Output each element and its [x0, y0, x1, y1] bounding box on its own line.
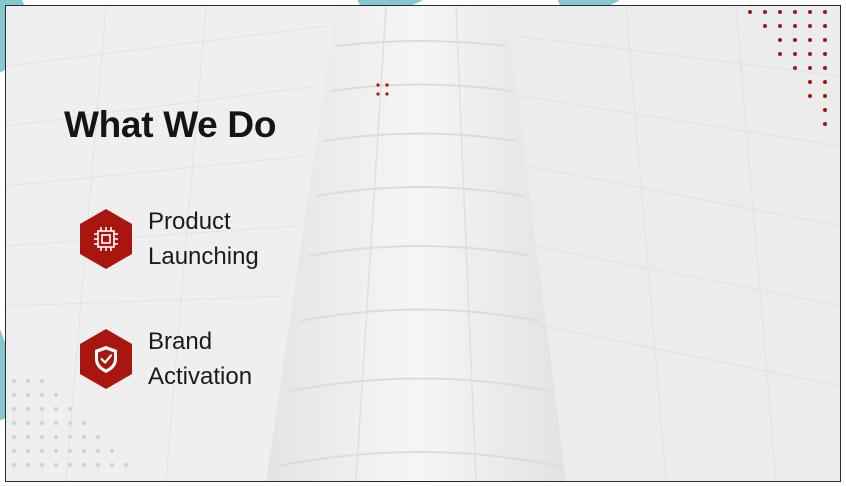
service-label-line: Brand: [148, 328, 213, 355]
chip-icon: [79, 208, 133, 270]
service-label-line: Activation: [148, 363, 253, 390]
service-label: Product Launching: [148, 204, 328, 274]
service-label: Brand Activation: [148, 324, 328, 394]
decorative-dots-small: [376, 83, 389, 96]
slide: What We Do Product Launching Brand Activ…: [5, 5, 841, 482]
service-item-brand-activation: Brand Activation: [79, 324, 328, 394]
slide-title: What We Do: [64, 104, 277, 145]
service-label-line: Product: [148, 208, 231, 235]
service-item-product-launching: Product Launching: [79, 204, 328, 274]
decorative-dots-top-right: [748, 10, 827, 126]
shield-check-icon: [79, 328, 133, 390]
service-label-line: Launching: [148, 243, 259, 270]
